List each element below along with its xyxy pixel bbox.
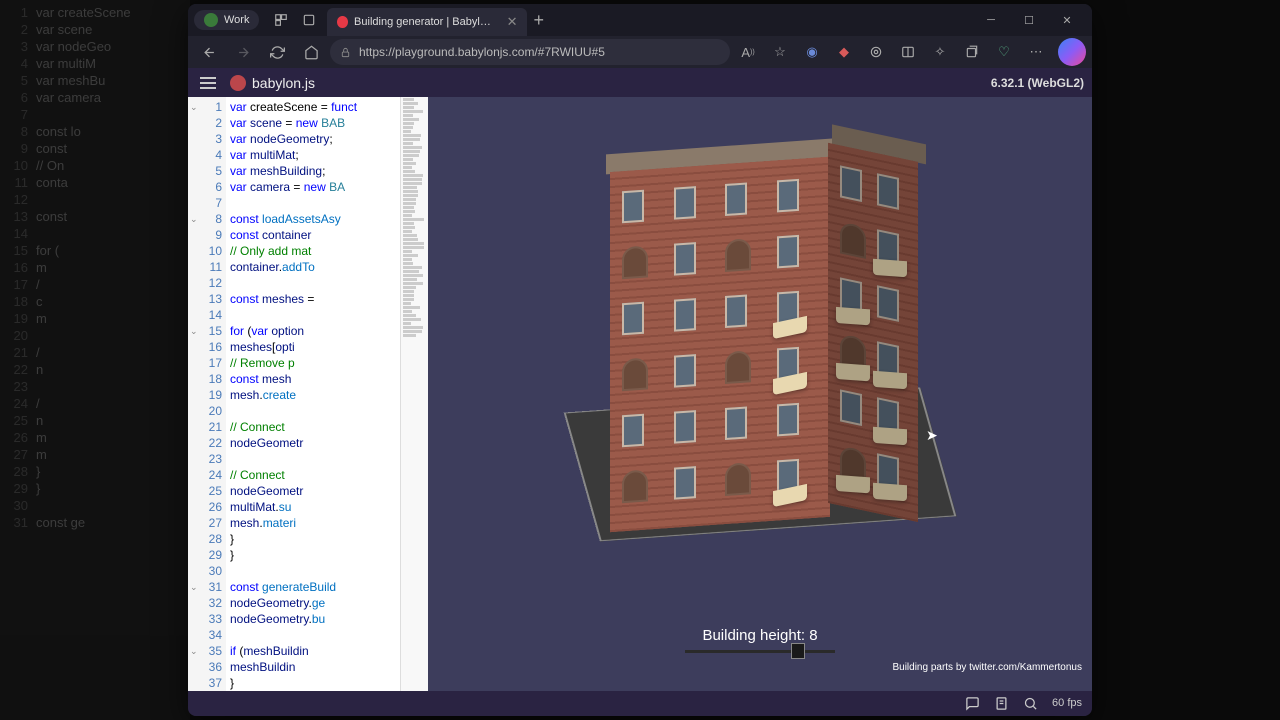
chat-icon[interactable] [965, 696, 980, 711]
refresh-button[interactable] [262, 37, 292, 67]
app-name: babylon.js [252, 75, 315, 91]
home-button[interactable] [296, 37, 326, 67]
browser-window: Work Building generator | Babylon.js P ✕… [188, 4, 1092, 716]
search-icon[interactable] [1023, 696, 1038, 711]
docs-icon[interactable] [994, 696, 1009, 711]
tab-favicon-icon [337, 16, 348, 28]
read-aloud-icon[interactable]: A)) [734, 38, 762, 66]
back-button[interactable] [194, 37, 224, 67]
titlebar: Work Building generator | Babylon.js P ✕… [188, 4, 1092, 36]
profile-avatar-icon [204, 13, 218, 27]
hamburger-menu[interactable] [196, 73, 220, 93]
code-editor[interactable]: ⌄1234567⌄891011121314⌄151617181920212223… [188, 97, 428, 691]
browser-tab[interactable]: Building generator | Babylon.js P ✕ [327, 8, 527, 36]
menu-icon[interactable]: ⋯ [1022, 38, 1050, 66]
slider-thumb[interactable] [791, 643, 805, 659]
lock-icon [340, 47, 351, 58]
editor-content[interactable]: var createScene = funct var scene = new … [226, 97, 428, 691]
toolbar-icons: A)) ☆ ◉ ◆ ✧ ♡ ⋯ [734, 38, 1086, 66]
url-input[interactable]: https://playground.babylonjs.com/#7RWIUU… [330, 39, 730, 65]
extension-3-icon[interactable]: ♡ [990, 38, 1018, 66]
tab-title: Building generator | Babylon.js P [354, 16, 495, 28]
copilot-icon[interactable] [1058, 38, 1086, 66]
babylon-logo[interactable]: babylon.js [230, 75, 315, 91]
slider-label: Building height: 8 [685, 627, 835, 644]
window-controls: ─ ☐ ✕ [972, 4, 1086, 36]
height-control: Building height: 8 [685, 627, 835, 653]
extension-2-icon[interactable]: ◆ [830, 38, 858, 66]
cursor-icon: ➤ [926, 427, 938, 444]
babylon-logo-icon [230, 75, 246, 91]
babylon-header: babylon.js 6.32.1 (WebGL2) [188, 68, 1092, 97]
scene-building [550, 144, 970, 624]
render-canvas[interactable]: Building height: 8 Building parts by twi… [428, 97, 1092, 691]
maximize-button[interactable]: ☐ [1010, 4, 1048, 36]
tab-actions-icon[interactable] [295, 6, 323, 34]
close-button[interactable]: ✕ [1048, 4, 1086, 36]
url-text: https://playground.babylonjs.com/#7RWIUU… [359, 45, 605, 59]
version-label: 6.32.1 (WebGL2) [991, 76, 1084, 90]
favorite-icon[interactable]: ☆ [766, 38, 794, 66]
tab-close-icon[interactable]: ✕ [507, 14, 518, 30]
editor-gutter: ⌄1234567⌄891011121314⌄151617181920212223… [188, 97, 226, 691]
background-editor: 1var createScene2 var scene3 var nodeGeo… [0, 0, 190, 720]
extension-1-icon[interactable]: ◉ [798, 38, 826, 66]
bottom-bar: 60 fps [188, 691, 1092, 716]
profile-label: Work [224, 14, 249, 26]
split-screen-icon[interactable] [894, 38, 922, 66]
forward-button[interactable] [228, 37, 258, 67]
address-bar: https://playground.babylonjs.com/#7RWIUU… [188, 36, 1092, 68]
height-slider[interactable] [685, 650, 835, 653]
profile-pill[interactable]: Work [194, 10, 259, 30]
extensions-icon[interactable] [862, 38, 890, 66]
collections-icon[interactable] [958, 38, 986, 66]
new-tab-button[interactable]: + [533, 10, 544, 31]
minimize-button[interactable]: ─ [972, 4, 1010, 36]
editor-minimap[interactable] [400, 97, 428, 691]
main-area: ⌄1234567⌄891011121314⌄151617181920212223… [188, 97, 1092, 691]
workspaces-icon[interactable] [267, 6, 295, 34]
favorites-icon[interactable]: ✧ [926, 38, 954, 66]
fps-counter: 60 fps [1052, 697, 1082, 709]
credit-text: Building parts by twitter.com/Kammertonu… [892, 662, 1082, 673]
